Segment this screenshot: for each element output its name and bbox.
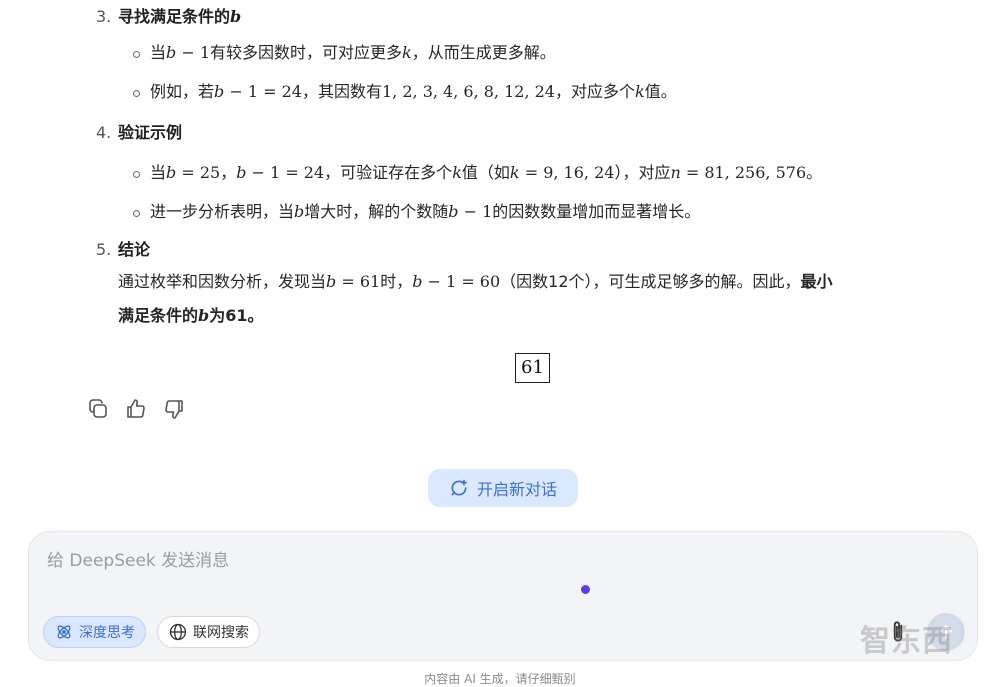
bullet-icon bbox=[133, 210, 140, 217]
dislike-button[interactable] bbox=[162, 397, 186, 421]
step-number: 4. bbox=[96, 123, 112, 142]
step-3: 3. 寻找满足条件的b 当b − 1有较多因数时，可对应更多k，从而生成更多解。… bbox=[96, 2, 976, 114]
bullet-icon bbox=[133, 51, 140, 58]
copy-icon bbox=[89, 399, 107, 418]
step-title: 验证示例 bbox=[118, 123, 183, 142]
list-item: 例如，若b − 1 = 24，其因数有1, 2, 3, 4, 6, 8, 12,… bbox=[96, 75, 976, 114]
thumbs-up-icon bbox=[127, 399, 145, 418]
bullet-icon bbox=[133, 90, 140, 97]
message-composer: 深度思考 联网搜索 bbox=[28, 531, 978, 661]
step-number: 5. bbox=[96, 240, 112, 259]
message-input[interactable] bbox=[45, 546, 849, 576]
bullet-icon bbox=[133, 171, 140, 178]
atom-icon bbox=[57, 625, 71, 639]
copy-button[interactable] bbox=[86, 397, 110, 421]
step-title: 寻找满足条件的b bbox=[118, 7, 242, 26]
step-3-bullets: 当b − 1有较多因数时，可对应更多k，从而生成更多解。 例如，若b − 1 =… bbox=[96, 36, 976, 114]
cursor-dot bbox=[581, 585, 590, 594]
watermark: 智东西 bbox=[860, 624, 953, 659]
final-answer: 61 bbox=[515, 353, 550, 383]
deep-think-label: 深度思考 bbox=[79, 625, 135, 641]
web-search-toggle[interactable]: 联网搜索 bbox=[157, 616, 260, 648]
new-chat-label: 开启新对话 bbox=[476, 480, 557, 499]
step-5: 5. 结论 通过枚举和因数分析，发现当b = 61时，b − 1 = 60（因数… bbox=[96, 235, 976, 325]
like-button[interactable] bbox=[124, 397, 148, 421]
deep-think-toggle[interactable]: 深度思考 bbox=[43, 616, 146, 648]
step-4-bullets: 当b = 25，b − 1 = 24，可验证存在多个k值（如k = 9, 16,… bbox=[96, 156, 976, 234]
new-chat-button[interactable]: 开启新对话 bbox=[428, 469, 578, 507]
thumbs-down-icon bbox=[165, 400, 183, 419]
ai-disclaimer: 内容由 AI 生成，请仔细甄别 bbox=[424, 672, 576, 686]
list-item: 进一步分析表明，当b增大时，解的个数随b − 1的因数数量增加而显著增长。 bbox=[96, 195, 976, 234]
list-item: 当b − 1有较多因数时，可对应更多k，从而生成更多解。 bbox=[96, 36, 976, 75]
boxed-answer: 61 bbox=[515, 353, 550, 383]
new-chat-icon bbox=[451, 479, 467, 496]
step-number: 3. bbox=[96, 7, 112, 26]
globe-icon bbox=[169, 623, 187, 641]
list-item: 当b = 25，b − 1 = 24，可验证存在多个k值（如k = 9, 16,… bbox=[96, 156, 976, 195]
conclusion-text: 通过枚举和因数分析，发现当b = 61时，b − 1 = 60（因数12个），可… bbox=[118, 272, 833, 325]
message-actions bbox=[86, 397, 186, 421]
step-title: 结论 bbox=[118, 240, 151, 259]
web-search-label: 联网搜索 bbox=[193, 625, 249, 641]
step-4: 4. 验证示例 当b = 25，b − 1 = 24，可验证存在多个k值（如k … bbox=[96, 118, 976, 234]
